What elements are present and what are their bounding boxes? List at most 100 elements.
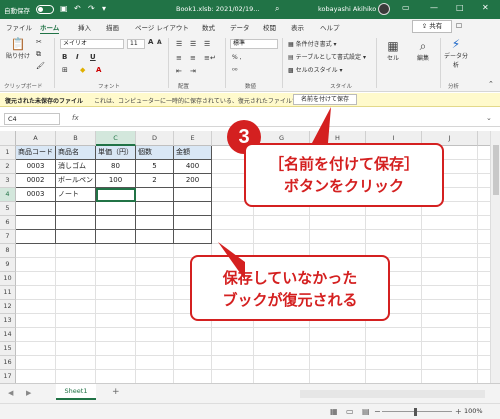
next-sheet-icon[interactable]: ▶: [26, 389, 31, 397]
user-name[interactable]: kobayashi Akihiko: [318, 5, 376, 13]
cell[interactable]: [310, 230, 366, 244]
table-cell[interactable]: ボールペン: [56, 174, 96, 188]
cell[interactable]: [366, 342, 422, 356]
italic-button[interactable]: I: [76, 53, 79, 61]
cell[interactable]: [422, 244, 478, 258]
row-header-17[interactable]: 17: [0, 370, 16, 383]
cell[interactable]: [174, 342, 212, 356]
table-cell[interactable]: 400: [174, 160, 212, 174]
normal-view-icon[interactable]: ▦: [330, 407, 338, 416]
cell[interactable]: [136, 328, 174, 342]
page-break-view-icon[interactable]: ▤: [362, 407, 370, 416]
row-header-15[interactable]: 15: [0, 342, 16, 356]
share-button[interactable]: ⇪ 共有: [412, 20, 452, 33]
table-format-button[interactable]: ▤ テーブルとして書式設定 ▾: [288, 52, 366, 61]
cell[interactable]: [136, 370, 174, 383]
row-header-3[interactable]: 3: [0, 174, 16, 188]
tab-insert[interactable]: 挿入: [78, 21, 91, 33]
cell[interactable]: [478, 356, 490, 370]
table-cell[interactable]: [174, 188, 212, 202]
table-cell[interactable]: 5: [136, 160, 174, 174]
cell[interactable]: [16, 286, 56, 300]
cell[interactable]: [96, 342, 136, 356]
cell[interactable]: [174, 216, 212, 230]
cell[interactable]: [478, 286, 490, 300]
table-cell[interactable]: 0002: [16, 174, 56, 188]
row-header-13[interactable]: 13: [0, 314, 16, 328]
cell[interactable]: [478, 314, 490, 328]
cells-button[interactable]: ▦ セル: [380, 40, 406, 63]
redo-icon[interactable]: ↷: [88, 4, 95, 13]
row-header-11[interactable]: 11: [0, 286, 16, 300]
cell[interactable]: [478, 230, 490, 244]
cell[interactable]: [136, 286, 174, 300]
editing-button[interactable]: ⌕ 編集: [410, 40, 436, 63]
cell[interactable]: [174, 230, 212, 244]
cell[interactable]: [56, 328, 96, 342]
cell[interactable]: [366, 230, 422, 244]
cell[interactable]: [478, 258, 490, 272]
prev-sheet-icon[interactable]: ◀: [8, 389, 13, 397]
fill-color-icon[interactable]: ◆: [80, 66, 85, 74]
number-format-select[interactable]: 標準: [230, 39, 278, 49]
cell[interactable]: [478, 272, 490, 286]
table-cell[interactable]: 80: [96, 160, 136, 174]
table-header-cell[interactable]: 個数: [136, 146, 174, 160]
cut-icon[interactable]: ✂: [36, 38, 42, 46]
cell[interactable]: [254, 216, 310, 230]
cell[interactable]: [96, 202, 136, 216]
align-middle-icon[interactable]: ☰: [190, 40, 196, 48]
table-cell[interactable]: 100: [96, 174, 136, 188]
cell[interactable]: [56, 216, 96, 230]
cell[interactable]: [478, 244, 490, 258]
cell[interactable]: [56, 370, 96, 383]
cell[interactable]: [422, 286, 478, 300]
table-cell[interactable]: ノート: [56, 188, 96, 202]
autosave-toggle[interactable]: [36, 5, 54, 14]
cell[interactable]: [16, 272, 56, 286]
font-size-select[interactable]: 11: [127, 39, 145, 49]
table-cell[interactable]: 2: [136, 174, 174, 188]
row-header-10[interactable]: 10: [0, 272, 16, 286]
column-header-k[interactable]: K: [478, 131, 490, 146]
cell[interactable]: [96, 244, 136, 258]
zoom-slider-knob[interactable]: [414, 408, 417, 416]
cell[interactable]: [96, 314, 136, 328]
row-header-4[interactable]: 4: [0, 188, 16, 202]
cell[interactable]: [478, 188, 490, 202]
cell-style-button[interactable]: ▩ セルのスタイル ▾: [288, 65, 343, 74]
cell[interactable]: [422, 314, 478, 328]
cell[interactable]: [366, 328, 422, 342]
align-left-icon[interactable]: ≡: [176, 54, 182, 62]
cell[interactable]: [212, 230, 254, 244]
font-name-select[interactable]: メイリオ: [60, 39, 124, 49]
cell[interactable]: [174, 328, 212, 342]
cell[interactable]: [478, 370, 490, 383]
page-layout-view-icon[interactable]: ▭: [346, 407, 354, 416]
cell[interactable]: [136, 230, 174, 244]
cell[interactable]: [96, 286, 136, 300]
underline-button[interactable]: U: [90, 53, 96, 61]
cell[interactable]: [366, 356, 422, 370]
cell[interactable]: [310, 216, 366, 230]
cell[interactable]: [56, 272, 96, 286]
row-header-9[interactable]: 9: [0, 258, 16, 272]
cell[interactable]: [96, 216, 136, 230]
align-top-icon[interactable]: ☰: [176, 40, 182, 48]
grow-font-button[interactable]: A: [148, 38, 153, 46]
add-sheet-button[interactable]: +: [112, 387, 120, 397]
cell[interactable]: [478, 216, 490, 230]
customize-icon[interactable]: ▾: [102, 4, 106, 13]
cell[interactable]: [136, 314, 174, 328]
cell[interactable]: [56, 286, 96, 300]
number-format-buttons[interactable]: % ,: [232, 54, 242, 61]
cell[interactable]: [254, 356, 310, 370]
undo-icon[interactable]: ↶: [74, 4, 81, 13]
table-header-cell[interactable]: 金額: [174, 146, 212, 160]
save-icon[interactable]: ▣: [60, 4, 68, 13]
cell[interactable]: [56, 314, 96, 328]
zoom-slider[interactable]: [382, 411, 452, 412]
cell[interactable]: [136, 216, 174, 230]
cell[interactable]: [96, 230, 136, 244]
cell[interactable]: [478, 146, 490, 160]
